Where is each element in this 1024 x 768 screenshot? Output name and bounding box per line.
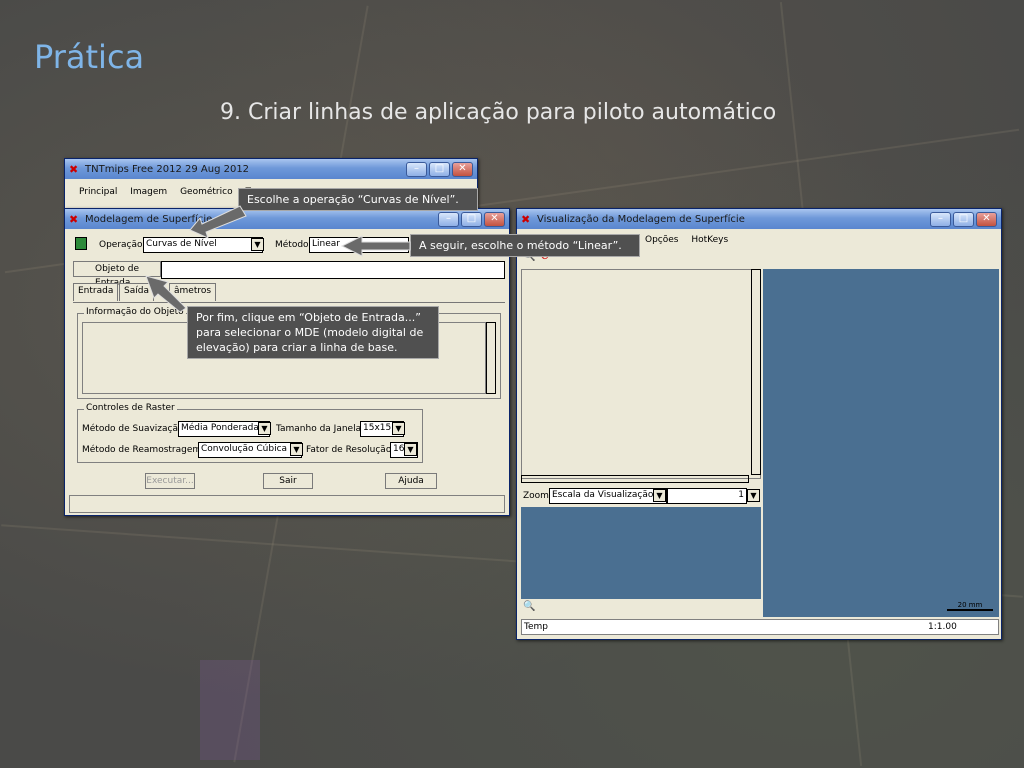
minimize-button[interactable]: – [438,211,459,227]
layer-hscroll[interactable] [521,475,749,483]
tab-entrada[interactable]: Entrada [73,283,119,301]
input-object-field[interactable] [161,261,505,279]
execute-button[interactable]: Executar... [145,473,195,489]
close-button[interactable]: ✕ [452,161,473,177]
view-statusbar: Temp 1:1.00 [521,619,999,635]
view-window: ✖ Visualização da Modelagem de Superfíci… [516,208,1002,640]
view-titlebar[interactable]: ✖ Visualização da Modelagem de Superfíci… [517,209,1001,229]
app-icon: ✖ [69,212,79,226]
zoom-label: Zoom [523,491,549,501]
minimize-button[interactable]: – [930,211,951,227]
arrow-objeto-icon [145,275,187,312]
menu-imagem[interactable]: Imagem [130,187,167,197]
overview-zoom-icon[interactable]: 🔍 [523,601,535,612]
operation-icon[interactable] [75,237,87,250]
close-button[interactable]: ✕ [976,211,997,227]
status-temp: Temp [524,622,548,632]
callout-linear: A seguir, escolhe o método “Linear”. [410,234,640,257]
slide-title: Prática [34,38,145,76]
zoom-number-dropdown-icon[interactable]: ▼ [747,489,760,502]
layer-panel [521,269,761,479]
raster-controls-label: Controles de Raster [84,403,177,413]
overview-toolbar: 🔍 [523,601,535,615]
raster-controls-group: Controles de Raster Método de Suavização… [77,403,423,463]
view-menubar: Opções HotKeys [645,235,728,245]
scalebar: 20 mm [947,601,993,611]
surface-titlebar[interactable]: ✖ Modelagem de Superfície – □ ✕ [65,209,509,229]
info-scrollbar[interactable] [486,322,496,394]
status-scale: 1:1.00 [928,622,957,632]
window-size-label: Tamanho da Janela [276,424,362,434]
slide-subtitle: 9. Criar linhas de aplicação para piloto… [220,100,777,125]
arrow-linear-icon [340,235,411,257]
app-icon: ✖ [69,162,79,176]
layer-vscroll[interactable] [751,269,761,475]
zoom-number-field[interactable]: 1 [667,488,747,504]
help-button[interactable]: Ajuda [385,473,437,489]
tab-strip: Entrada Saída âmetros [73,283,505,303]
operation-label: Operação [99,240,143,250]
callout-curvas: Escolhe a operação “Curvas de Nível”. [238,188,478,211]
main-view-canvas[interactable] [763,269,999,617]
maximize-button[interactable]: □ [953,211,974,227]
menu-hotkeys[interactable]: HotKeys [691,235,728,245]
status-bar [69,495,505,513]
zoom-dropdown-icon[interactable]: ▼ [653,489,666,502]
resolution-label: Fator de Resolução [306,445,392,455]
app-icon: ✖ [521,212,531,226]
menu-principal[interactable]: Principal [79,187,117,197]
close-button[interactable]: ✕ [484,211,505,227]
view-window-title: Visualização da Modelagem de Superfície [537,213,745,225]
maximize-button[interactable]: □ [461,211,482,227]
resolution-dropdown-icon[interactable]: ▼ [404,443,417,456]
minimize-button[interactable]: – [406,161,427,177]
resample-dropdown-icon[interactable]: ▼ [290,443,303,456]
menu-geometrico[interactable]: Geométrico [180,187,233,197]
smoothing-label: Método de Suavização [82,424,184,434]
resample-label: Método de Reamostragem [82,445,202,455]
exit-button[interactable]: Sair [263,473,313,489]
method-label: Método [275,240,309,250]
smoothing-select[interactable]: Média Ponderada [178,421,270,437]
smoothing-dropdown-icon[interactable]: ▼ [258,422,271,435]
arrow-curvas-icon [189,205,247,239]
operation-dropdown-icon[interactable]: ▼ [251,238,264,251]
zoom-mode-select[interactable]: Escala da Visualização [549,488,667,504]
maximize-button[interactable]: □ [429,161,450,177]
menu-opcoes[interactable]: Opções [645,235,678,245]
resample-select[interactable]: Convolução Cúbica [198,442,302,458]
overview-canvas[interactable] [521,507,761,599]
callout-objeto: Por fim, clique em “Objeto de Entrada...… [187,306,439,359]
window-size-dropdown-icon[interactable]: ▼ [392,422,405,435]
main-window-title: TNTmips Free 2012 29 Aug 2012 [85,163,250,175]
main-titlebar[interactable]: ✖ TNTmips Free 2012 29 Aug 2012 – □ ✕ [65,159,477,179]
scalebar-label: 20 mm [957,601,983,609]
